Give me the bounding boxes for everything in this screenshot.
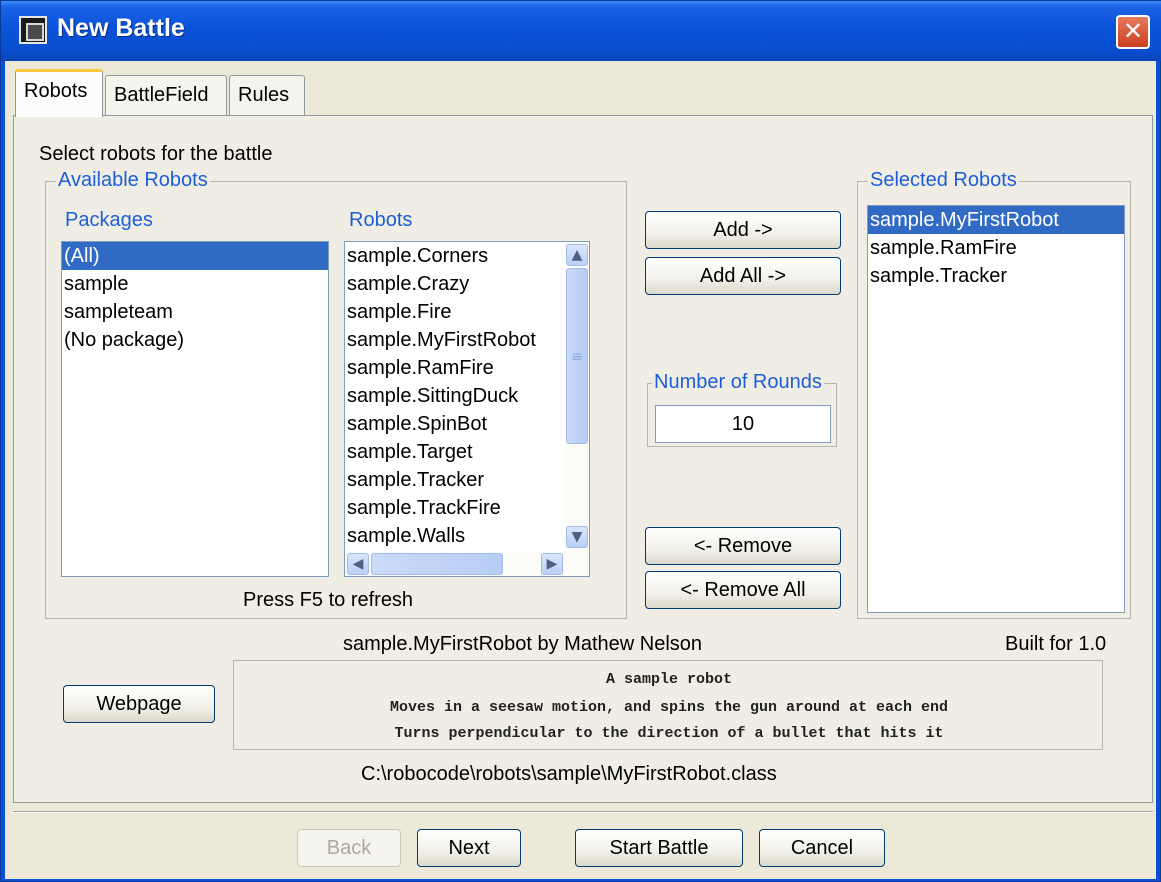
robot-info-text: sample.MyFirstRobot by Mathew Nelson	[343, 633, 703, 655]
vertical-scroll-thumb[interactable]: ≡	[566, 268, 588, 444]
list-item[interactable]: sample.TrackFire	[345, 494, 565, 522]
package-item-sample[interactable]: sample	[62, 270, 328, 298]
scroll-up-icon[interactable]: ▲	[566, 244, 588, 266]
built-for-text: Built for 1.0	[1005, 633, 1107, 655]
packages-header: Packages	[65, 209, 153, 231]
footer-divider	[13, 811, 1153, 813]
next-button[interactable]: Next	[417, 829, 521, 867]
list-item[interactable]: sample.Target	[345, 438, 565, 466]
list-item[interactable]: sample.RamFire	[345, 354, 565, 382]
window-title: New Battle	[57, 14, 185, 42]
remove-all-button[interactable]: <- Remove All	[645, 571, 841, 609]
robot-file-path: C:\robocode\robots\sample\MyFirstRobot.c…	[361, 763, 777, 785]
scroll-right-icon[interactable]: ▶	[541, 553, 563, 575]
list-item[interactable]: sample.Corners	[345, 242, 565, 270]
robots-header: Robots	[349, 209, 413, 231]
list-item[interactable]: sample.MyFirstRobot	[345, 326, 565, 354]
tab-battlefield[interactable]: BattleField	[105, 75, 227, 115]
list-item[interactable]: sample.Crazy	[345, 270, 565, 298]
description-line: Moves in a seesaw motion, and spins the …	[389, 699, 949, 716]
robots-list[interactable]: sample.Corners sample.Crazy sample.Fire …	[344, 241, 590, 577]
scroll-left-icon[interactable]: ◀	[347, 553, 369, 575]
cancel-button[interactable]: Cancel	[759, 829, 885, 867]
back-button[interactable]: Back	[297, 829, 401, 867]
robots-horizontal-scrollbar[interactable]: ◀ ▶	[345, 552, 589, 576]
new-battle-window: New Battle ✕ Robots BattleField Rules Se…	[0, 0, 1161, 882]
add-button[interactable]: Add ->	[645, 211, 841, 249]
rounds-title: Number of Rounds	[652, 371, 824, 394]
description-line: A sample robot	[605, 671, 733, 688]
start-battle-button[interactable]: Start Battle	[575, 829, 743, 867]
selected-robots-title: Selected Robots	[868, 169, 1019, 192]
available-robots-title: Available Robots	[56, 169, 210, 192]
robots-list-viewport: sample.Corners sample.Crazy sample.Fire …	[345, 242, 565, 552]
selected-robot-item[interactable]: sample.Tracker	[868, 262, 1124, 290]
app-icon	[19, 16, 47, 44]
robot-description-box: A sample robot Moves in a seesaw motion,…	[233, 660, 1103, 750]
package-item-no-package[interactable]: (No package)	[62, 326, 328, 354]
add-all-button[interactable]: Add All ->	[645, 257, 841, 295]
scroll-down-icon[interactable]: ▼	[566, 526, 588, 548]
refresh-hint: Press F5 to refresh	[243, 589, 414, 611]
list-item[interactable]: sample.Tracker	[345, 466, 565, 494]
package-item-sampleteam[interactable]: sampleteam	[62, 298, 328, 326]
tab-rules[interactable]: Rules	[229, 75, 305, 115]
dialog-client-area: Robots BattleField Rules Select robots f…	[5, 61, 1156, 879]
tab-robots[interactable]: Robots	[15, 69, 103, 117]
selected-robot-item[interactable]: sample.MyFirstRobot	[868, 206, 1124, 234]
description-line: Turns perpendicular to the direction of …	[394, 725, 944, 742]
packages-list[interactable]: (All) sample sampleteam (No package)	[61, 241, 329, 577]
title-bar[interactable]: New Battle ✕	[1, 1, 1161, 61]
close-button[interactable]: ✕	[1116, 15, 1150, 49]
list-item[interactable]: sample.SittingDuck	[345, 382, 565, 410]
list-item[interactable]: sample.Fire	[345, 298, 565, 326]
package-item-all[interactable]: (All)	[62, 242, 328, 270]
webpage-button[interactable]: Webpage	[63, 685, 215, 723]
instruction-text: Select robots for the battle	[39, 143, 273, 165]
list-item[interactable]: sample.Walls	[345, 522, 565, 550]
list-item[interactable]: sample.SpinBot	[345, 410, 565, 438]
selected-robots-list[interactable]: sample.MyFirstRobot sample.RamFire sampl…	[867, 205, 1125, 613]
rounds-input[interactable]: 10	[655, 405, 831, 443]
horizontal-scroll-thumb[interactable]	[371, 553, 503, 575]
selected-robot-item[interactable]: sample.RamFire	[868, 234, 1124, 262]
robots-vertical-scrollbar[interactable]: ▲ ≡ ▼	[565, 242, 589, 552]
remove-button[interactable]: <- Remove	[645, 527, 841, 565]
